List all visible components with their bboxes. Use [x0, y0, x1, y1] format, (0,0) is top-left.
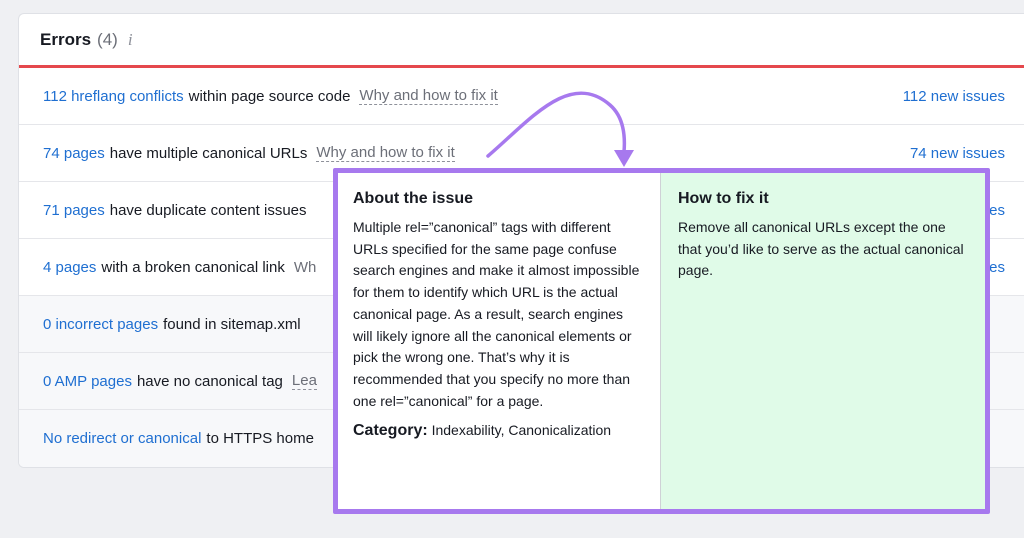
issue-text: have no canonical tag: [136, 372, 283, 390]
issue-link[interactable]: 0 AMP pages: [43, 373, 132, 390]
about-issue-text: Multiple rel=”canonical” tags with diffe…: [353, 219, 640, 409]
issue-text: found in sitemap.xml: [163, 315, 301, 333]
how-to-fix-panel: How to fix it Remove all canonical URLs …: [661, 173, 985, 509]
new-issues-link[interactable]: 112 new issues: [903, 88, 1005, 105]
new-issues-link[interactable]: es: [989, 202, 1005, 219]
errors-count: (4): [97, 29, 118, 49]
issue-text: within page source code: [188, 87, 351, 105]
new-issues-link[interactable]: 74 new issues: [910, 145, 1005, 162]
issue-row: 112 hreflang conflicts within page sourc…: [19, 68, 1024, 125]
learn-more-link[interactable]: Lea: [291, 372, 317, 390]
issue-link[interactable]: 0 incorrect pages: [43, 316, 158, 333]
how-to-fix-title: How to fix it: [678, 190, 769, 207]
why-fix-link[interactable]: Why and how to fix it: [316, 144, 455, 162]
issue-text: have multiple canonical URLs: [109, 144, 308, 162]
about-issue-title: About the issue: [353, 190, 474, 207]
category-value: Indexability, Canonicalization: [431, 422, 612, 439]
issue-link[interactable]: No redirect or canonical: [43, 430, 201, 447]
why-fix-link[interactable]: Wh: [294, 259, 317, 276]
why-fix-link[interactable]: Why and how to fix it: [359, 87, 498, 105]
issue-link[interactable]: 4 pages: [43, 259, 96, 276]
new-issues-link[interactable]: es: [989, 259, 1005, 276]
issue-link[interactable]: 74 pages: [43, 145, 105, 162]
category-line: Category: Indexability, Canonicalization: [353, 419, 645, 442]
how-to-fix-text: Remove all canonical URLs except the one…: [678, 219, 964, 279]
issue-text: have duplicate content issues: [109, 201, 307, 219]
issue-link[interactable]: 112 hreflang conflicts: [43, 88, 184, 105]
category-label: Category:: [353, 422, 428, 440]
errors-title: Errors: [40, 29, 92, 49]
issue-detail-popup: About the issue Multiple rel=”canonical”…: [333, 168, 990, 514]
issue-link[interactable]: 71 pages: [43, 202, 105, 219]
issue-text: with a broken canonical link: [101, 258, 285, 276]
issue-text: to HTTPS home: [206, 430, 314, 447]
about-issue-panel: About the issue Multiple rel=”canonical”…: [338, 173, 661, 509]
info-icon[interactable]: i: [128, 30, 133, 50]
errors-header: Errors (4) i: [19, 14, 1024, 68]
